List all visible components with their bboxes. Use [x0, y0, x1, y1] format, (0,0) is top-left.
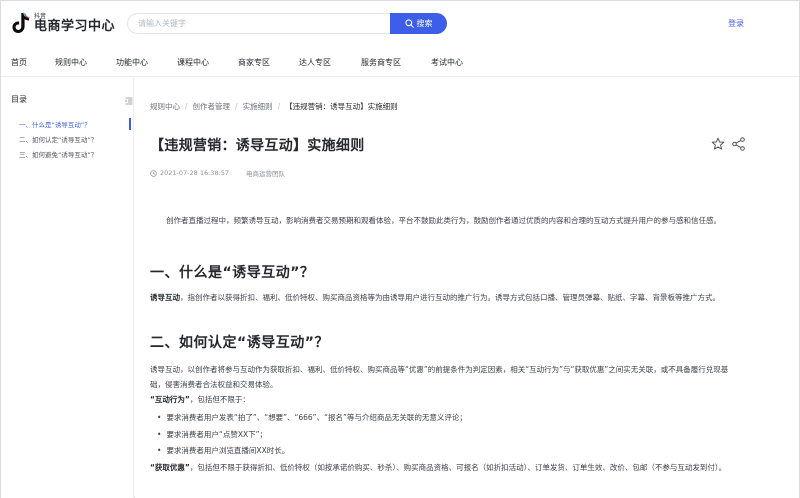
definition-term: 诱导互动 [150, 293, 180, 302]
breadcrumb-separator: / [277, 102, 281, 111]
nav-item-merchants[interactable]: 商家专区 [238, 57, 270, 68]
search-bar: 搜索 [127, 13, 447, 34]
breadcrumb: 规则中心 / 创作者管理 / 实施细则 / 【违规营销：诱导互动】实施细则 [150, 101, 398, 112]
site-logo[interactable]: 抖音 电商学习中心 [11, 12, 121, 36]
list-item: 要求消费者用户浏览直播间XX时长。 [157, 445, 289, 457]
nav-item-courses[interactable]: 课程中心 [177, 57, 209, 68]
article-author: 电商运营团队 [246, 170, 286, 178]
logo-title: 电商学习中心 [34, 19, 116, 34]
share-icon[interactable] [732, 137, 745, 151]
intro-paragraph: 创作者直播过程中，频繁诱导互动，影响消费者交易预期和观看体验，平台不鼓励此类行为… [166, 216, 721, 225]
star-icon[interactable] [711, 137, 725, 151]
nav-item-exams[interactable]: 考试中心 [431, 57, 463, 68]
login-link[interactable]: 登录 [728, 18, 744, 29]
breadcrumb-current: 【违规营销：诱导互动】实施细则 [285, 102, 398, 111]
breadcrumb-separator: / [185, 102, 188, 111]
nav-item-features[interactable]: 功能中心 [116, 57, 148, 68]
toc-title: 目录 [11, 95, 27, 104]
clock-icon [150, 169, 157, 177]
benefit-paragraph: “获取优惠”，包括但不限于获得折扣、低价特权（如按承诺价购买、秒杀）、购买商品资… [150, 460, 743, 475]
identification-paragraph: 诱导互动，以创作者将参与互动作为获取折扣、福利、低价特权、购买商品等“优惠”的前… [150, 365, 729, 389]
main-nav: 首页 规则中心 功能中心 课程中心 商家专区 达人专区 服务商专区 考试中心 [1, 47, 799, 77]
breadcrumb-rules-center[interactable]: 规则中心 [150, 102, 180, 111]
nav-item-rules[interactable]: 规则中心 [55, 57, 87, 68]
toc-active-indicator [129, 118, 131, 130]
table-of-contents: 目录 一、什么是“诱导互动”？ 二、如何认定“诱导互动”？ 三、如何避免“诱导互… [1, 78, 134, 498]
breadcrumb-creator-management[interactable]: 创作者管理 [193, 102, 231, 111]
list-item: 要求消费者用户“点赞XX下”； [157, 429, 267, 441]
list-item: 要求消费者用户发表“拍了”、“想要”、“666”、“报名”等与介绍商品无关联的无… [157, 412, 466, 424]
page-frame: 抖音 电商学习中心 搜索 登录 首页 规则中心 功能中心 课程中心 商家专区 达… [0, 0, 800, 498]
nav-item-service-providers[interactable]: 服务商专区 [361, 57, 401, 68]
article-main: 规则中心 / 创作者管理 / 实施细则 / 【违规营销：诱导互动】实施细则 【违规营销：诱导… [135, 78, 799, 498]
definition-paragraph: 诱导互动，指创作者以获得折扣、福利、低价特权、购买商品资格等为由诱导用户进行互动… [150, 290, 743, 305]
toc-item-what-is[interactable]: 一、什么是“诱导互动”？ [19, 119, 91, 129]
search-icon [404, 19, 414, 28]
search-input[interactable] [127, 13, 391, 34]
article-meta: 2021-07-28 16:38:57 电商运营团队 [150, 168, 285, 178]
search-button[interactable]: 搜索 [390, 13, 447, 34]
article-title: 【违规营销：诱导互动】实施细则 [150, 138, 365, 154]
top-header: 抖音 电商学习中心 搜索 登录 [1, 1, 799, 47]
section-heading-how-to-identify: 二、如何认定“诱导互动”？ [150, 335, 329, 351]
breadcrumb-implementation-rules[interactable]: 实施细则 [243, 102, 273, 111]
toc-item-how-to-avoid[interactable]: 三、如何避免“诱导互动”？ [19, 149, 97, 159]
list-collapse-icon[interactable] [125, 97, 133, 105]
nav-item-creators[interactable]: 达人专区 [299, 57, 331, 68]
publish-datetime: 2021-07-28 16:38:57 [160, 169, 230, 177]
search-button-label: 搜索 [416, 19, 433, 28]
benefit-term: “获取优惠” [150, 463, 190, 472]
section-heading-what-is: 一、什么是“诱导互动”？ [150, 265, 315, 281]
toc-item-how-to-identify[interactable]: 二、如何认定“诱导互动”？ [19, 134, 97, 144]
interaction-behavior-text: ，包括但不限于： [189, 395, 250, 404]
nav-item-home[interactable]: 首页 [11, 57, 27, 68]
douyin-logo-icon [12, 12, 30, 33]
interaction-behavior-intro: “互动行为”，包括但不限于： [150, 392, 743, 407]
breadcrumb-separator: / [235, 102, 238, 111]
benefit-text: ，包括但不限于获得折扣、低价特权（如按承诺价购买、秒杀）、购买商品资格、可报名（… [189, 463, 727, 472]
interaction-behavior-term: “互动行为” [150, 395, 190, 404]
definition-text: ，指创作者以获得折扣、福利、低价特权、购买商品资格等为由诱导用户进行互动的推广行… [180, 293, 720, 302]
